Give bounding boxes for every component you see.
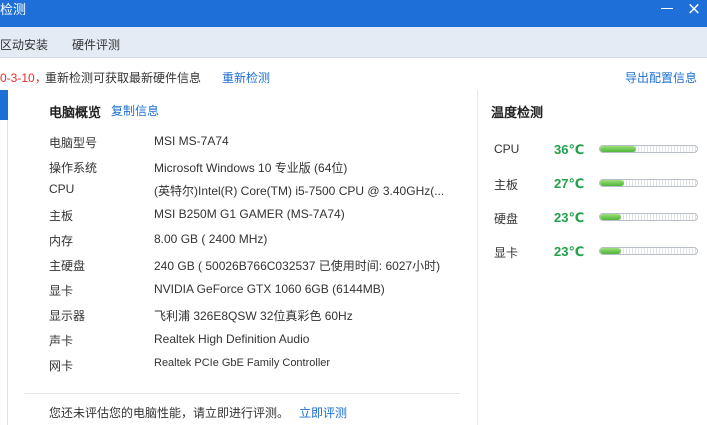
info-row: 0-3-10， 重新检测可获取最新硬件信息 重新检测 导出配置信息 (0, 58, 707, 90)
spec-key: 操作系统 (49, 161, 98, 175)
spec-value: MSI MS-7A74 (154, 134, 229, 148)
spec-row: 电脑型号 MSI MS-7A74 (49, 134, 469, 154)
spec-row: 显卡 NVIDIA GeForce GTX 1060 6GB (6144MB) (49, 282, 469, 302)
left-nav-strip (0, 90, 8, 425)
spec-row: CPU (英特尔)Intel(R) Core(TM) i5-7500 CPU @… (49, 182, 469, 202)
spec-value: Realtek High Definition Audio (154, 332, 310, 346)
temp-bar (599, 213, 698, 221)
minimize-button[interactable] (654, 0, 680, 27)
temp-value: 23℃ (554, 210, 585, 225)
temp-sensor-name: CPU (494, 142, 520, 156)
temp-row: CPU 36℃ (494, 141, 699, 159)
temp-row: 硬盘 23℃ (494, 209, 699, 227)
tab-bar: 区动安装 硬件评测 (0, 27, 707, 58)
window-title: 检测 (0, 2, 27, 17)
temp-value: 27℃ (554, 176, 585, 191)
spec-row: 主硬盘 240 GB ( 50026B766C032537 已使用时间: 602… (49, 257, 469, 277)
spec-value: (英特尔)Intel(R) Core(TM) i5-7500 CPU @ 3.4… (154, 184, 445, 198)
spec-key: 电脑型号 (49, 136, 98, 150)
temp-row: 显卡 23℃ (494, 243, 699, 261)
spec-key: 网卡 (49, 359, 74, 373)
temp-sensor-name: 显卡 (494, 246, 519, 260)
spec-value: 240 GB ( 50026B766C032537 已使用时间: 6027小时) (154, 259, 441, 273)
temp-bar-fill (600, 214, 622, 220)
spec-key: 显卡 (49, 284, 74, 298)
temp-sensor-name: 硬盘 (494, 212, 519, 226)
temp-bar (599, 179, 698, 187)
temp-bar-fill (600, 180, 625, 186)
redetect-link[interactable]: 重新检测 (222, 69, 270, 86)
eval-prompt: 您还未评估您的电脑性能，请立即进行评测。 立即评测 (49, 404, 347, 421)
panel-divider (477, 90, 478, 425)
temp-value: 23℃ (554, 244, 585, 259)
close-button[interactable]: × (681, 0, 707, 27)
spec-value: NVIDIA GeForce GTX 1060 6GB (6144MB) (154, 282, 385, 296)
spec-value: Microsoft Windows 10 专业版 (64位) (154, 161, 348, 175)
spec-value: 飞利浦 326E8QSW 32位真彩色 60Hz (154, 309, 353, 323)
copy-info-link[interactable]: 复制信息 (111, 102, 159, 119)
temp-bar (599, 145, 698, 153)
tab-driver-install[interactable]: 区动安装 (0, 36, 48, 53)
tab-hardware-eval[interactable]: 硬件评测 (72, 36, 120, 53)
overview-title: 电脑概览 (49, 105, 102, 120)
spec-row: 显示器 飞利浦 326E8QSW 32位真彩色 60Hz (49, 307, 469, 327)
spec-row: 声卡 Realtek High Definition Audio (49, 332, 469, 352)
temperature-title: 温度检测 (491, 105, 544, 120)
eval-message: 您还未评估您的电脑性能，请立即进行评测。 (49, 406, 290, 420)
spec-row: 主板 MSI B250M G1 GAMER (MS-7A74) (49, 207, 469, 227)
detect-date: 0-3-10， (0, 71, 47, 85)
spec-key: 内存 (49, 234, 74, 248)
detect-notice: 重新检测可获取最新硬件信息 (45, 71, 202, 85)
left-nav-active-indicator[interactable] (0, 90, 8, 120)
temp-sensor-name: 主板 (494, 178, 519, 192)
temp-value: 36℃ (554, 142, 585, 157)
spec-key: 显示器 (49, 309, 86, 323)
temp-bar (599, 247, 698, 255)
spec-key: 主板 (49, 209, 74, 223)
spec-row: 网卡 Realtek PCIe GbE Family Controller (49, 357, 469, 377)
spec-row: 内存 8.00 GB ( 2400 MHz) (49, 232, 469, 252)
spec-row: 操作系统 Microsoft Windows 10 专业版 (64位) (49, 159, 469, 179)
minimize-icon (661, 8, 673, 9)
spec-key: CPU (49, 182, 75, 196)
temp-bar-fill (600, 248, 622, 254)
section-divider (24, 393, 460, 394)
spec-value: MSI B250M G1 GAMER (MS-7A74) (154, 207, 345, 221)
close-icon: × (686, 0, 702, 19)
spec-value: Realtek PCIe GbE Family Controller (154, 357, 331, 369)
temp-bar-fill (600, 146, 636, 152)
temp-row: 主板 27℃ (494, 175, 699, 193)
title-bar: 检测 × (0, 0, 707, 27)
overview-header: 电脑概览 复制信息 (49, 102, 159, 121)
spec-key: 声卡 (49, 334, 74, 348)
evaluate-now-link[interactable]: 立即评测 (299, 404, 347, 421)
spec-key: 主硬盘 (49, 259, 86, 273)
export-config-link[interactable]: 导出配置信息 (625, 69, 697, 86)
spec-value: 8.00 GB ( 2400 MHz) (154, 232, 268, 246)
